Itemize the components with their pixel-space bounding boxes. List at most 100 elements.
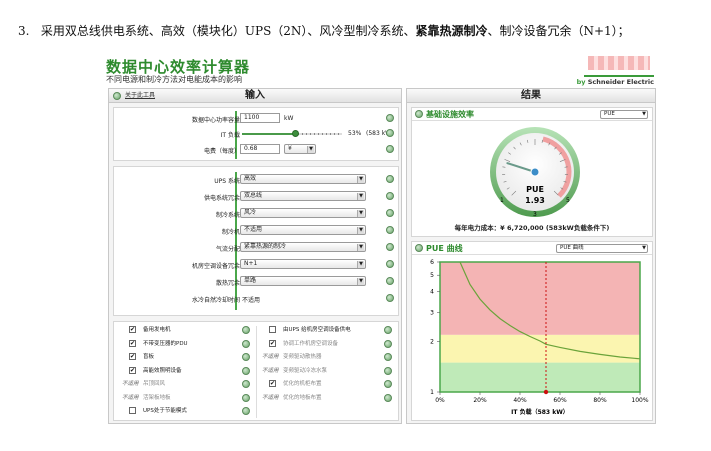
config-row-value: 高效	[244, 175, 257, 182]
chevron-down-icon: ▼	[357, 227, 364, 234]
options-box: ✔ 备用发电机 ✔ 不带变压器的PDU ✔ 盲板 ✔ 高能效照明设备 不适用 吊顶回风 不适用 活架板…	[113, 321, 399, 421]
config-row-select[interactable]: 双总线 ▼	[240, 191, 366, 201]
config-row: UPS 系统 高效 ▼	[114, 173, 398, 187]
config-row-help-icon[interactable]	[386, 260, 394, 268]
option-checkbox[interactable]: ✔	[129, 339, 136, 347]
option-help-icon[interactable]	[242, 366, 250, 375]
option-checkbox[interactable]: ✔	[269, 339, 276, 347]
option-checkbox[interactable]	[269, 326, 276, 333]
option-item: ✔ 优化的机柜布置	[262, 379, 396, 389]
it-load-help-icon[interactable]	[386, 129, 394, 137]
config-row-help-icon[interactable]	[386, 277, 394, 285]
doc-text-bold: 紧靠热源制冷	[415, 24, 488, 38]
config-row: 气流分配 紧靠热源的制冷 ▼	[114, 241, 398, 255]
not-applicable-label: 不适用	[122, 381, 139, 387]
document-list-item: 3. 采用双总线供电系统、高效（模块化）UPS（2N）、风冷型制冷系统、紧靠热源…	[18, 22, 630, 39]
option-checkbox[interactable]: ✔	[129, 366, 136, 374]
currency-select[interactable]: ¥ ▼	[284, 144, 316, 154]
capacity-input[interactable]: 1100	[240, 113, 280, 123]
efficiency-help-icon[interactable]	[415, 110, 423, 118]
brand-by: by	[576, 78, 586, 86]
option-label: 变频驱动冷冻水泵	[283, 367, 328, 374]
config-row-select[interactable]: 不适用 ▼	[240, 225, 366, 235]
option-help-icon[interactable]	[384, 366, 392, 375]
option-help-icon[interactable]	[242, 407, 250, 415]
price-input[interactable]: 0.68	[240, 144, 280, 154]
pue-curve-help-icon[interactable]	[415, 244, 423, 252]
option-checkbox[interactable]: ✔	[269, 380, 276, 387]
gauge-hub	[530, 167, 540, 177]
curve-select[interactable]: PUE 曲线 ▼	[556, 244, 648, 253]
doc-text-pre: 3. 采用双总线供电系统、高效（模块化）UPS（2N）、风冷型制冷系统、	[18, 24, 416, 38]
option-help-icon[interactable]	[242, 353, 250, 361]
brand-bar	[584, 75, 654, 77]
option-checkbox-slot: ✔	[122, 366, 140, 376]
config-row-label: 气流分配	[215, 246, 240, 253]
config-row-select[interactable]: 单路 ▼	[240, 276, 366, 286]
option-checkbox[interactable]: ✔	[129, 353, 136, 360]
chevron-down-icon: ▼	[642, 245, 646, 251]
option-help-icon[interactable]	[242, 326, 250, 334]
config-row-value: N+1	[244, 260, 258, 267]
about-tool-link[interactable]: 关于此工具	[125, 89, 155, 103]
help-icon[interactable]	[113, 92, 121, 100]
config-row-select[interactable]: N+1 ▼	[240, 259, 366, 269]
config-row-select[interactable]: 高效 ▼	[240, 174, 366, 184]
redacted-watermark	[588, 56, 650, 70]
config-row-help-icon[interactable]	[386, 294, 394, 302]
option-label: 由UPS 给机房空调设备供电	[283, 327, 351, 333]
it-load-slider-fill	[242, 133, 295, 135]
option-checkbox[interactable]: ✔	[129, 326, 136, 333]
option-help-icon[interactable]	[384, 353, 392, 361]
config-row-select[interactable]: 紧靠热源的制冷 ▼	[240, 242, 366, 252]
option-help-icon[interactable]	[384, 339, 392, 348]
annual-cost-line: 每年电力成本：¥ 6,720,000 (583kW负载条件下)	[412, 222, 652, 232]
currency-value: ¥	[288, 145, 292, 152]
config-row-help-icon[interactable]	[386, 209, 394, 217]
x-tick-label: 60%	[553, 397, 567, 404]
config-row-help-icon[interactable]	[386, 243, 394, 251]
config-row-help-icon[interactable]	[386, 175, 394, 183]
option-help-icon[interactable]	[242, 339, 250, 348]
x-tick-label: 20%	[473, 397, 487, 404]
it-load-slider-track[interactable]	[242, 130, 342, 137]
option-help-icon[interactable]	[384, 380, 392, 388]
options-divider	[256, 326, 257, 418]
x-tick-label: 40%	[513, 397, 527, 404]
capacity-unit: kW	[284, 115, 294, 122]
option-checkbox-slot: ✔	[122, 325, 140, 335]
current-load-marker-point	[543, 389, 549, 395]
option-help-icon[interactable]	[242, 380, 250, 388]
config-row: 制冷机 不适用 ▼	[114, 224, 398, 238]
config-row-help-icon[interactable]	[386, 226, 394, 234]
option-item: ✔ 高能效照明设备	[122, 366, 254, 376]
price-help-icon[interactable]	[386, 145, 394, 153]
efficiency-box: 基础设施效率 PUE ▼ PUE 1.93 1 3 5 每年电力成本：¥ 6,7…	[411, 107, 653, 237]
option-label: 高能效照明设备	[143, 367, 182, 374]
config-row-select[interactable]: 风冷 ▼	[240, 208, 366, 218]
option-checkbox[interactable]	[129, 407, 136, 414]
option-checkbox-slot	[122, 406, 140, 416]
option-label: 备用发电机	[143, 327, 171, 333]
x-axis-label: IT 负载（583 kW）	[511, 408, 569, 416]
config-row-value: 双总线	[244, 192, 263, 199]
config-row-label: 制冷机	[221, 229, 240, 236]
config-row: 机房空调设备冗余 N+1 ▼	[114, 258, 398, 272]
it-load-slider-thumb[interactable]	[292, 130, 299, 137]
chevron-down-icon: ▼	[357, 193, 364, 200]
not-applicable-label: 不适用	[122, 394, 139, 401]
option-help-icon[interactable]	[384, 326, 392, 334]
config-row-value: 紧靠热源的制冷	[244, 243, 287, 250]
config-row-help-icon[interactable]	[386, 192, 394, 200]
chevron-down-icon: ▼	[357, 261, 364, 268]
config-row: 散热冗余 单路 ▼	[114, 275, 398, 289]
option-help-icon[interactable]	[384, 393, 392, 402]
option-help-icon[interactable]	[242, 393, 250, 402]
capacity-help-icon[interactable]	[386, 114, 394, 122]
config-row-label: 供电系统冗余	[203, 195, 240, 202]
config-row: 制冷系统 风冷 ▼	[114, 207, 398, 221]
option-label: 盲板	[143, 354, 155, 360]
metric-select[interactable]: PUE ▼	[600, 110, 648, 119]
input-panel-header: 关于此工具 输入	[109, 89, 401, 103]
option-checkbox-slot: ✔	[262, 339, 280, 349]
